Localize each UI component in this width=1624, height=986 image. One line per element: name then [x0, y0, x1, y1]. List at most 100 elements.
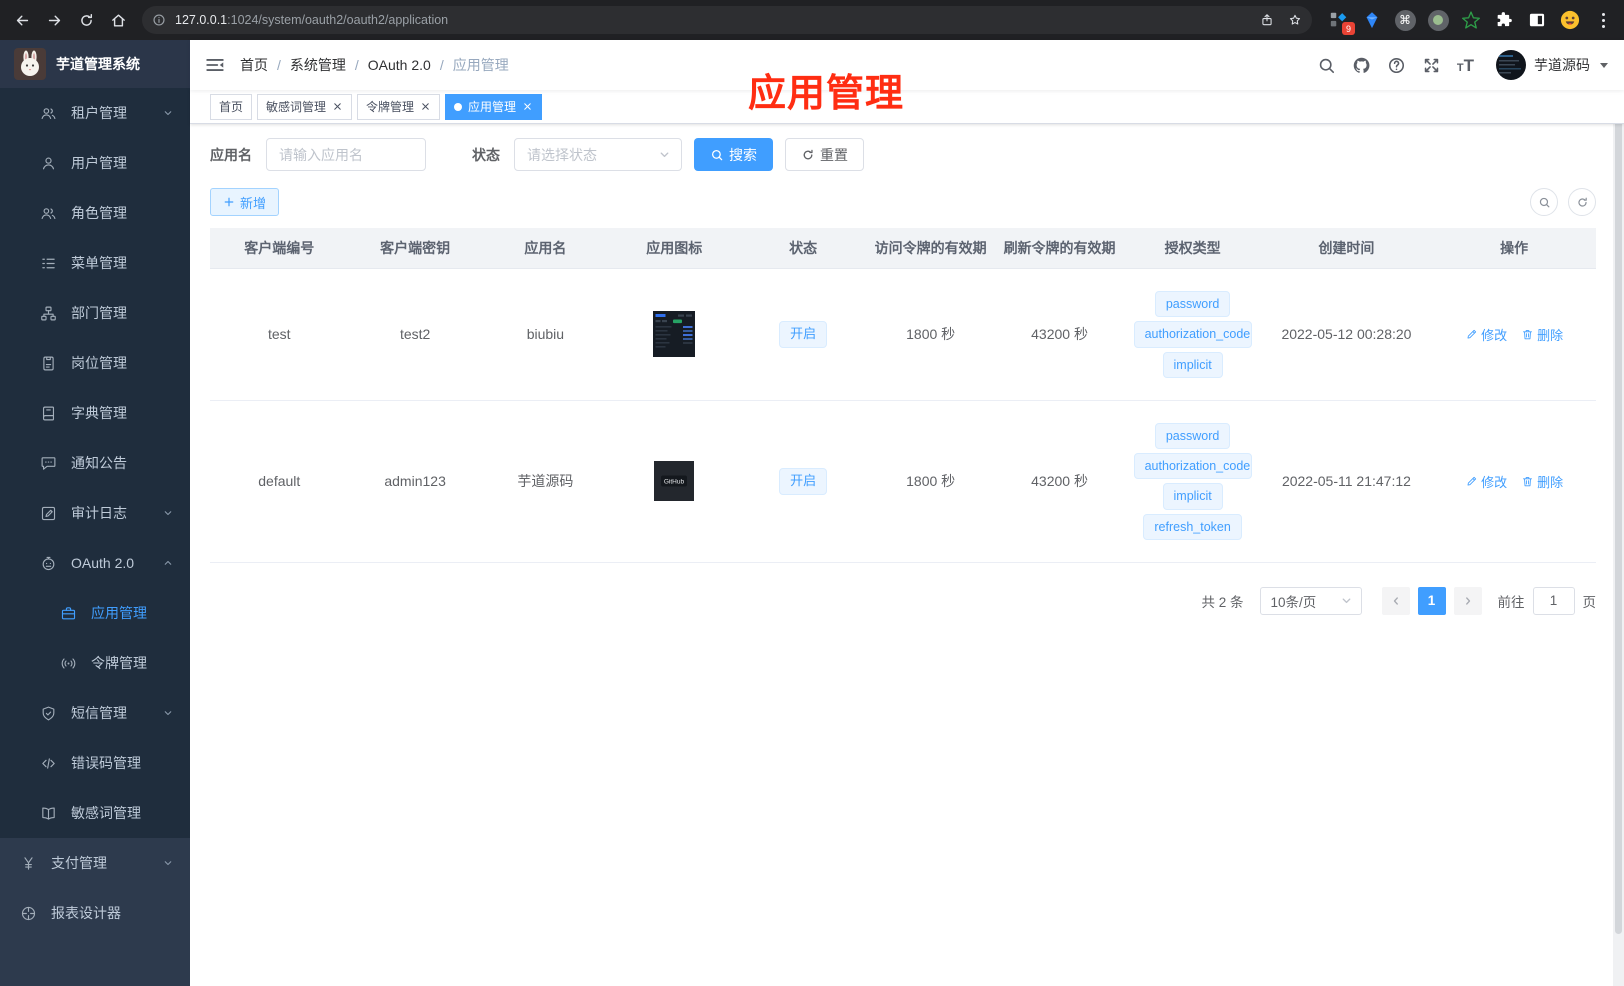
fullscreen-icon[interactable] [1422, 56, 1441, 75]
breadcrumb-item[interactable]: 系统管理 [290, 57, 346, 73]
add-button[interactable]: 新增 [210, 188, 280, 216]
back-arrow-icon [16, 15, 28, 25]
chevron-down-icon [164, 511, 172, 516]
extension-gem-icon[interactable] [1361, 9, 1383, 31]
delete-link[interactable]: 删除 [1521, 472, 1563, 491]
app-title: 芋道管理系统 [56, 56, 140, 72]
sidebar-item-user[interactable]: 用户管理 [0, 138, 190, 188]
browser-reload-button[interactable] [72, 6, 100, 34]
sidebar-item-audit-log[interactable]: 审计日志 [0, 488, 190, 538]
breadcrumb-item: 应用管理 [452, 57, 509, 73]
tab-token-manage[interactable]: 令牌管理 [357, 93, 441, 120]
chevron-down-icon [1342, 598, 1350, 604]
grant-type-tag: implicit [1162, 351, 1223, 378]
url-bar[interactable]: 127.0.0.1:1024/system/oauth2/oauth2/appl… [142, 6, 1312, 34]
bookmark-star-icon[interactable] [1288, 13, 1302, 27]
refresh-table-button[interactable] [1568, 188, 1596, 216]
share-icon[interactable] [1260, 13, 1274, 27]
toggle-search-button[interactable] [1530, 188, 1558, 216]
app-logo[interactable]: 芋道管理系统 [0, 40, 190, 88]
plus-icon [224, 197, 234, 207]
edit-pen-icon [1467, 476, 1477, 486]
reset-button[interactable]: 重置 [785, 138, 864, 171]
chevron-up-icon [164, 560, 172, 565]
column-header: 应用名 [524, 240, 567, 256]
page-size-select[interactable]: 10条/页 [1259, 586, 1362, 615]
sidebar-item-oauth2[interactable]: OAuth 2.0 [0, 538, 190, 588]
extension-star-icon[interactable] [1460, 9, 1482, 31]
tab-close-icon[interactable] [332, 101, 343, 112]
sidebar-item-sensitive-word[interactable]: 敏感词管理 [0, 788, 190, 838]
font-size-icon[interactable]: TT [1457, 57, 1474, 74]
header-search-icon[interactable] [1317, 56, 1336, 75]
sidebar-item-label: 审计日志 [71, 505, 127, 521]
tab-home[interactable]: 首页 [210, 93, 253, 120]
browser-forward-button[interactable] [40, 6, 68, 34]
sidebar-item-report-designer[interactable]: 报表设计器 [0, 888, 190, 938]
book-icon [42, 406, 55, 420]
scrollbar-thumb[interactable] [1615, 44, 1622, 934]
cell-app-icon [609, 301, 739, 367]
page-scrollbar[interactable] [1613, 40, 1624, 986]
browser-menu-button[interactable] [1592, 9, 1614, 31]
edit-link[interactable]: 修改 [1465, 472, 1507, 491]
column-header: 授权类型 [1164, 240, 1221, 256]
sidebar-item-post[interactable]: 岗位管理 [0, 338, 190, 388]
reset-button-label: 重置 [820, 146, 848, 163]
column-header: 状态 [789, 240, 818, 256]
status-badge: 开启 [779, 467, 828, 495]
tab-close-icon[interactable] [522, 101, 533, 112]
next-page-button[interactable] [1453, 586, 1482, 615]
delete-link[interactable]: 删除 [1521, 325, 1563, 344]
extension-command-icon[interactable]: ⌘ [1394, 9, 1416, 31]
sidebar-item-dict[interactable]: 字典管理 [0, 388, 190, 438]
sidebar: 芋道管理系统 租户管理 用户管理 角色管理 菜单管理 部门管理岗位管理字典管理 通知公告审… [0, 40, 190, 986]
sidebar-item-tenant[interactable]: 租户管理 [0, 88, 190, 138]
page-unit-label: 页 [1582, 594, 1597, 610]
chevron-left-icon [1393, 597, 1398, 605]
app-name-input[interactable] [266, 138, 426, 171]
profile-avatar-button[interactable] [1559, 9, 1581, 31]
sidebar-item-label: 令牌管理 [91, 655, 147, 671]
breadcrumb-item[interactable]: OAuth 2.0 [368, 57, 431, 73]
edit-link[interactable]: 修改 [1465, 325, 1507, 344]
extension-tiles-icon[interactable]: 9 [1328, 9, 1355, 35]
sidebar-item-notice[interactable]: 通知公告 [0, 438, 190, 488]
tab-app-manage[interactable]: 应用管理 [445, 93, 543, 120]
hamburger-icon[interactable] [204, 54, 226, 76]
extension-badge: 9 [1342, 22, 1355, 35]
grant-type-tag: password [1154, 422, 1231, 449]
split-screen-button[interactable] [1526, 9, 1548, 31]
tab-close-icon[interactable] [420, 101, 431, 112]
page-number-1[interactable]: 1 [1417, 586, 1446, 615]
extensions-puzzle-button[interactable] [1493, 9, 1515, 31]
sidebar-item-dept[interactable]: 部门管理 [0, 288, 190, 338]
home-icon [111, 13, 125, 27]
cell-status: 开启 [739, 458, 867, 505]
sidebar-item-oauth2-token[interactable]: 令牌管理 [0, 638, 190, 688]
browser-back-button[interactable] [8, 6, 36, 34]
active-tab-dot-icon [454, 102, 463, 111]
prev-page-button[interactable] [1381, 586, 1410, 615]
github-icon[interactable] [1352, 56, 1371, 75]
tab-sensitive-word[interactable]: 敏感词管理 [257, 93, 353, 120]
sidebar-item-role[interactable]: 角色管理 [0, 188, 190, 238]
user-menu[interactable]: 芋道源码 [1496, 50, 1608, 80]
browser-home-button[interactable] [104, 6, 132, 34]
column-header: 客户端密钥 [380, 240, 451, 256]
extension-record-icon[interactable] [1427, 9, 1449, 31]
emoji-avatar-icon [1560, 10, 1580, 30]
sidebar-item-error-code[interactable]: 错误码管理 [0, 738, 190, 788]
sidebar-item-menu[interactable]: 菜单管理 [0, 238, 190, 288]
breadcrumb-item[interactable]: 首页 [240, 57, 268, 73]
search-button[interactable]: 搜索 [694, 138, 773, 171]
site-info-icon[interactable] [152, 13, 166, 27]
help-icon[interactable] [1387, 56, 1406, 75]
sidebar-item-sms[interactable]: 短信管理 [0, 688, 190, 738]
status-select[interactable]: 请选择状态 [514, 138, 682, 171]
sidebar-item-pay[interactable]: 支付管理 [0, 838, 190, 888]
goto-page-input[interactable] [1532, 586, 1575, 615]
sidebar-item-oauth2-app[interactable]: 应用管理 [0, 588, 190, 638]
sidebar-item-label: 岗位管理 [71, 355, 127, 371]
grant-type-tag: authorization_code [1133, 321, 1252, 348]
